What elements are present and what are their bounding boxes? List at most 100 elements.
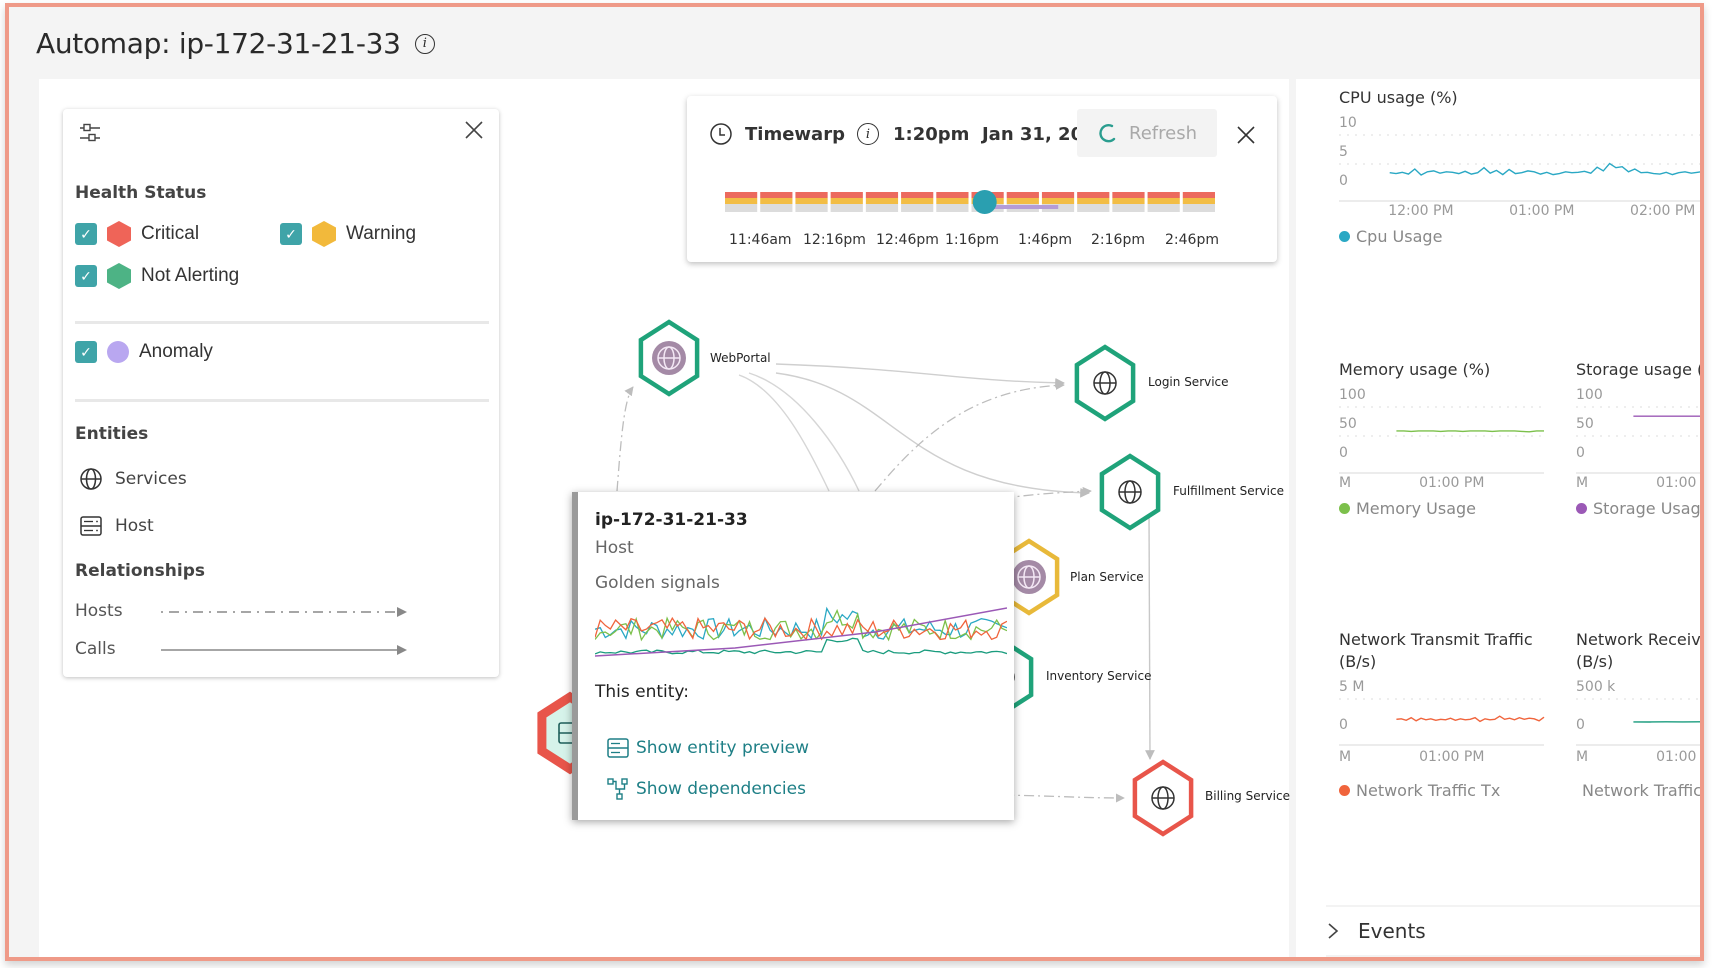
filter-settings-icon[interactable] <box>77 121 103 145</box>
checkbox-not-alerting[interactable]: ✓ <box>75 265 97 287</box>
chart-title: Memory usage (%) <box>1339 360 1491 379</box>
filter-not-alerting[interactable]: ✓ Not Alerting <box>75 263 239 289</box>
this-entity-label: This entity: <box>595 682 689 702</box>
events-label: Events <box>1358 919 1426 943</box>
y-tick-label: 500 k <box>1576 679 1616 695</box>
graph-node-fulfillment[interactable] <box>1099 453 1161 531</box>
relationship-calls-label: Calls <box>75 639 116 659</box>
timeline-segment[interactable] <box>760 192 793 212</box>
edge-webportal-b <box>748 372 860 492</box>
graph-node-webportal[interactable] <box>638 319 700 397</box>
divider <box>75 399 489 402</box>
legend-label: Memory Usage <box>1356 499 1477 518</box>
close-icon[interactable] <box>463 119 485 141</box>
timeline-segment[interactable] <box>830 192 863 212</box>
entity-services: Services <box>79 467 187 491</box>
events-expander[interactable]: Events <box>1326 905 1700 957</box>
node-label-fulfillment[interactable]: Fulfillment Service <box>1173 484 1284 498</box>
refresh-button[interactable]: Refresh <box>1077 109 1217 157</box>
not-alerting-hexagon-icon <box>107 263 131 289</box>
storage-usage-plot: 100 50 0 M 01:00 PM <box>1576 387 1704 491</box>
show-dependencies-label: Show dependencies <box>636 779 806 799</box>
entities-heading: Entities <box>75 424 149 444</box>
timeline-tick-label: 2:16pm <box>1091 232 1145 248</box>
timewarp-time: 1:20pm <box>893 124 970 145</box>
entity-services-label: Services <box>115 469 187 489</box>
filter-not-alerting-label: Not Alerting <box>141 265 240 286</box>
checkbox-anomaly[interactable]: ✓ <box>75 341 97 363</box>
y-tick-label: 0 <box>1339 173 1348 189</box>
series-line-network-traffic-tx <box>1396 715 1545 723</box>
filter-panel: Health Status ✓ Critical ✓ Warning ✓ Not… <box>63 109 499 677</box>
entity-popover: ip-172-31-21-33 Host Golden signals This… <box>572 492 1014 820</box>
network-transmit-plot: 5 M 0 M 01:00 PM <box>1339 679 1545 765</box>
timeline-slider[interactable] <box>725 190 1215 214</box>
timeline-segment[interactable] <box>1147 192 1180 212</box>
legend-label: Network Traffic Tx <box>1356 781 1501 800</box>
timeline-tick-label: 12:46pm <box>876 232 939 248</box>
show-entity-preview-label: Show entity preview <box>636 738 810 758</box>
x-tick-label: 01:00 PM <box>1419 749 1484 765</box>
timeline-segment[interactable] <box>1112 192 1145 212</box>
chart-legend: Storage Usage <box>1576 499 1704 518</box>
filter-warning[interactable]: ✓ Warning <box>280 221 416 247</box>
node-label-plan[interactable]: Plan Service <box>1070 570 1144 584</box>
entity-host: Host <box>79 515 154 537</box>
node-label-inventory[interactable]: Inventory Service <box>1046 669 1151 683</box>
refresh-label: Refresh <box>1129 122 1197 144</box>
timewarp-datetime: 1:20pm Jan 31, 2022 <box>893 124 1108 145</box>
timeline-segment[interactable] <box>936 192 969 212</box>
automap-canvas[interactable]: WebPortal Login Service Fulfillment Serv… <box>39 79 1290 957</box>
legend-dot-icon <box>1339 503 1350 514</box>
timeline-segment[interactable] <box>725 192 758 212</box>
checkbox-critical[interactable]: ✓ <box>75 223 97 245</box>
timeline-segment[interactable] <box>795 192 828 212</box>
timeline-tick-label: 1:16pm <box>945 232 999 248</box>
hosts-dashdot-line-icon <box>161 607 407 617</box>
filter-anomaly[interactable]: ✓ Anomaly <box>75 341 213 363</box>
timeline-segment[interactable] <box>1182 192 1215 212</box>
info-icon[interactable]: i <box>414 33 435 54</box>
timewarp-info-icon[interactable]: i <box>856 123 879 145</box>
entity-type: Host <box>595 538 634 558</box>
timeline-segment[interactable] <box>1077 192 1110 212</box>
clock-icon <box>710 123 732 145</box>
relationships-heading: Relationships <box>75 561 205 581</box>
legend-label: Storage Usage <box>1593 499 1704 518</box>
checkbox-warning[interactable]: ✓ <box>280 223 302 245</box>
filter-critical-label: Critical <box>141 223 200 244</box>
filter-critical[interactable]: ✓ Critical <box>75 221 199 247</box>
timewarp-panel: Timewarp i 1:20pm Jan 31, 2022 Refresh 1… <box>687 96 1277 262</box>
show-entity-preview-link[interactable]: Show entity preview <box>606 737 809 759</box>
cpu-usage-chart: CPU usage (%) 10 5 0 12:00 PM 01:00 PM 02:00 … <box>1339 87 1700 246</box>
memory-usage-plot: 100 50 0 M 01:00 PM <box>1339 387 1544 491</box>
show-dependencies-link[interactable]: Show dependencies <box>606 777 806 801</box>
timeline-tick-label: 12:16pm <box>803 232 866 248</box>
node-label-webportal[interactable]: WebPortal <box>710 351 771 365</box>
x-tick-label: 01:00 PM <box>1656 475 1704 491</box>
server-icon <box>80 516 102 536</box>
metrics-panel: CPU usage (%) 10 5 0 12:00 PM 01:00 PM 02:00 … <box>1296 79 1704 957</box>
app-frame: Automap: ip-172-31-21-33 i WebPortal Log <box>5 3 1704 961</box>
critical-hexagon-icon <box>107 221 131 247</box>
timeline-segment[interactable] <box>901 192 934 212</box>
timeline-tick-label: 11:46am <box>729 232 792 248</box>
chart-legend: Memory Usage <box>1339 499 1549 518</box>
y-tick-label: 50 <box>1339 416 1357 432</box>
node-label-billing[interactable]: Billing Service <box>1205 789 1290 803</box>
timeline-segment[interactable] <box>865 192 899 212</box>
node-label-login[interactable]: Login Service <box>1148 375 1229 389</box>
warning-hexagon-icon <box>312 221 336 247</box>
y-tick-label: 0 <box>1339 717 1348 733</box>
legend-label: Cpu Usage <box>1356 227 1443 246</box>
timewarp-close-icon[interactable] <box>1235 124 1257 146</box>
timeline-tick-label: 2:46pm <box>1165 232 1219 248</box>
graph-node-login[interactable] <box>1074 344 1136 422</box>
graph-node-billing[interactable] <box>1132 759 1194 837</box>
y-tick-label: 5 <box>1339 144 1348 160</box>
timeline-slider-handle[interactable] <box>972 190 997 214</box>
chart-title: Network Transmit Traffic (B/s) <box>1339 630 1533 671</box>
chart-title: CPU usage (%) <box>1339 88 1458 107</box>
x-tick-label-cut: M <box>1339 749 1351 765</box>
series-line-cpu-usage <box>1389 162 1700 176</box>
